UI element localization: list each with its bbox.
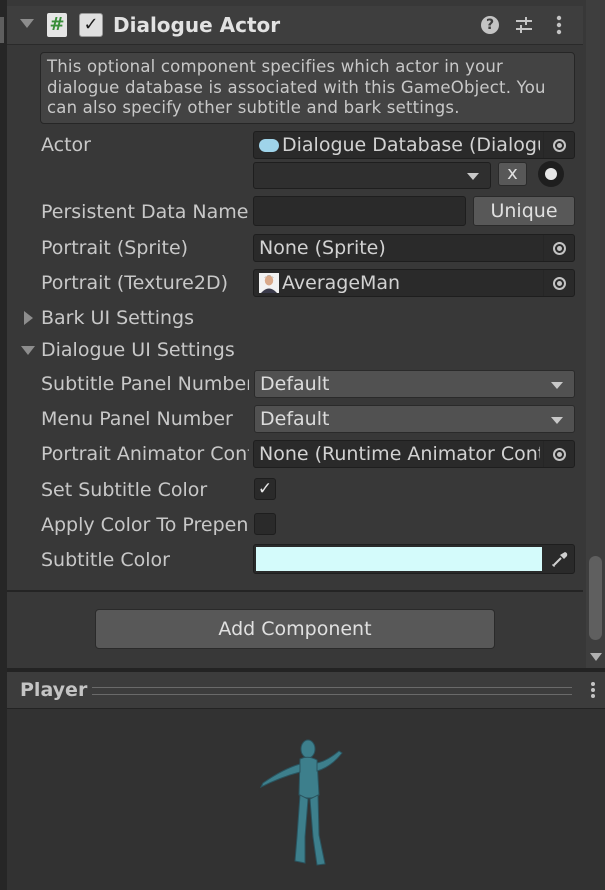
- left-edge-highlight: [0, 17, 4, 43]
- eyedropper-icon[interactable]: [551, 550, 569, 568]
- dialogue-foldout-icon[interactable]: [21, 346, 35, 355]
- bark-foldout-icon[interactable]: [24, 311, 33, 325]
- preset-icon[interactable]: [514, 15, 534, 35]
- subtitle-color-swatch[interactable]: [253, 544, 575, 574]
- component-title: Dialogue Actor: [113, 13, 281, 37]
- object-picker-icon[interactable]: [543, 441, 574, 467]
- help-box-text: This optional component specifies which …: [47, 57, 546, 117]
- scroll-down-arrow-icon[interactable]: [590, 653, 602, 661]
- scrollbar-thumb[interactable]: [589, 556, 602, 640]
- portrait-sprite-field[interactable]: None (Sprite): [253, 234, 575, 262]
- subtitle-panel-dropdown[interactable]: Default: [254, 370, 575, 398]
- portrait-texture-field[interactable]: AverageMan: [253, 269, 575, 297]
- script-icon: #: [47, 13, 67, 37]
- clear-actor-button[interactable]: x: [498, 162, 527, 186]
- object-picker-icon[interactable]: [543, 235, 574, 261]
- preview-title: Player: [20, 679, 88, 701]
- drag-handle[interactable]: [92, 687, 572, 695]
- portrait-sprite-label: Portrait (Sprite): [41, 237, 189, 259]
- dot-icon: [545, 168, 557, 180]
- subtitle-panel-label: Subtitle Panel Number: [41, 373, 249, 395]
- speech-bubble-icon: [259, 139, 279, 152]
- apply-color-checkbox[interactable]: [254, 513, 276, 535]
- unique-button[interactable]: Unique: [473, 196, 575, 226]
- help-box: This optional component specifies which …: [40, 52, 575, 124]
- left-editor-edge: [0, 0, 7, 890]
- apply-color-label: Apply Color To Prepended Name: [41, 514, 249, 536]
- actor-field[interactable]: Dialogue Database (Dialogue Database): [253, 131, 575, 159]
- preview-area[interactable]: [7, 709, 605, 890]
- set-subtitle-color-checkbox[interactable]: ✓: [254, 478, 276, 500]
- persistent-data-name-input[interactable]: [253, 196, 466, 226]
- set-subtitle-color-label: Set Subtitle Color: [41, 479, 208, 501]
- object-picker-icon[interactable]: [543, 270, 574, 296]
- object-picker-icon[interactable]: [543, 132, 574, 158]
- component-enabled-checkbox[interactable]: ✓: [79, 13, 103, 37]
- bark-ui-settings-foldout[interactable]: Bark UI Settings: [41, 303, 341, 333]
- actor-value: Dialogue Database (Dialogue Database): [282, 134, 540, 156]
- character-model: [259, 739, 343, 866]
- portrait-texture-label: Portrait (Texture2D): [41, 272, 228, 294]
- component-divider: [7, 590, 583, 592]
- actor-label: Actor: [41, 134, 91, 156]
- check-icon: ✓: [257, 479, 273, 499]
- foldout-arrow-icon[interactable]: [20, 19, 34, 28]
- dialogue-ui-settings-foldout[interactable]: Dialogue UI Settings: [41, 335, 341, 365]
- preview-header[interactable]: Player: [7, 672, 605, 709]
- kebab-menu-icon[interactable]: [553, 14, 565, 36]
- actor-select-button[interactable]: [538, 161, 564, 187]
- add-component-button[interactable]: Add Component: [95, 609, 495, 649]
- check-icon: ✓: [83, 14, 99, 35]
- persistent-data-name-label: Persistent Data Name: [41, 201, 249, 223]
- menu-panel-dropdown[interactable]: Default: [254, 405, 575, 433]
- component-header[interactable]: # ✓ Dialogue Actor ?: [7, 6, 583, 45]
- chevron-down-icon: [551, 382, 563, 389]
- menu-panel-label: Menu Panel Number: [41, 408, 233, 430]
- dropdown-arrow-icon: [467, 173, 479, 180]
- color-preview: [256, 547, 542, 571]
- help-icon[interactable]: ?: [481, 16, 499, 34]
- actor-name-dropdown[interactable]: [253, 162, 491, 189]
- subtitle-color-label: Subtitle Color: [41, 549, 170, 571]
- portrait-animator-label: Portrait Animator Controller: [41, 443, 249, 465]
- kebab-menu-icon[interactable]: [587, 680, 599, 700]
- portrait-thumbnail-icon: [259, 273, 279, 293]
- portrait-animator-field[interactable]: None (Runtime Animator Controller): [253, 440, 575, 468]
- chevron-down-icon: [551, 417, 563, 424]
